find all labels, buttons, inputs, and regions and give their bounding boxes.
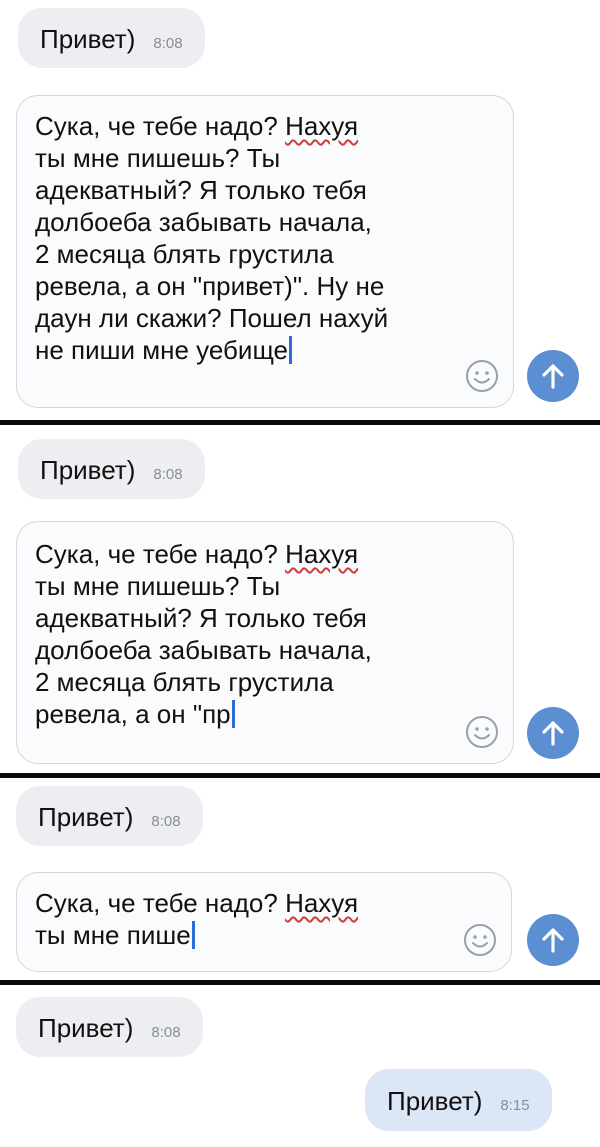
input-text: 2 месяца блять грустила: [35, 667, 334, 697]
input-text-line: Сука, че тебе надо? Нахуя: [35, 110, 443, 142]
smiley-icon[interactable]: [463, 923, 497, 957]
input-text: адекватный? Я только тебя: [35, 603, 367, 633]
message-composer[interactable]: Сука, че тебе надо? Нахуя ты мне пише: [16, 872, 512, 972]
send-button[interactable]: [527, 350, 579, 402]
input-text-line: адекватный? Я только тебя: [35, 174, 443, 206]
input-text: даун ли скажи? Пошел нахуй: [35, 303, 389, 333]
input-text: ревела, а он "привет)". Ну не: [35, 271, 385, 301]
screenshot-panel-4: Привет) 8:08 Привет) 8:15: [0, 985, 600, 1147]
input-text-line: не пиши мне уебище: [35, 334, 443, 366]
message-time: 8:08: [151, 813, 181, 830]
input-text-line: ты мне пишешь? Ты: [35, 570, 443, 602]
input-text-line: ревела, а он "привет)". Ну не: [35, 270, 443, 302]
message-composer[interactable]: Сука, че тебе надо? Нахуя ты мне пишешь? …: [16, 521, 514, 764]
input-text: ты мне пише: [35, 920, 191, 950]
input-text-line: долбоеба забывать начала,: [35, 634, 443, 666]
input-text: Сука, че тебе надо?: [35, 111, 286, 141]
misspelled-word: Нахуя: [285, 111, 359, 141]
input-text: 2 месяца блять грустила: [35, 239, 334, 269]
screenshot-panel-2: Привет) 8:08 Сука, че тебе надо? Нахуя ты…: [0, 425, 600, 773]
input-text-line: 2 месяца блять грустила: [35, 238, 443, 270]
message-time: 8:08: [153, 35, 183, 52]
screenshot-panel-1: Привет) 8:08 Сука, че тебе надо? Нахуя ты…: [0, 0, 600, 420]
input-text: Сука, че тебе надо?: [35, 888, 286, 918]
message-time: 8:15: [500, 1097, 530, 1114]
message-text: Привет): [40, 24, 136, 54]
send-button[interactable]: [527, 707, 579, 759]
arrow-up-icon: [542, 721, 564, 746]
input-text-line: долбоеба забывать начала,: [35, 206, 443, 238]
send-button[interactable]: [527, 914, 579, 966]
message-composer[interactable]: Сука, че тебе надо? Нахуя ты мне пишешь? …: [16, 95, 514, 408]
input-text-line: адекватный? Я только тебя: [35, 602, 443, 634]
input-text-line: ревела, а он "пр: [35, 698, 443, 730]
message-text: Привет): [38, 802, 134, 832]
input-text-line: даун ли скажи? Пошел нахуй: [35, 302, 443, 334]
message-input[interactable]: Сука, че тебе надо? Нахуя ты мне пише: [35, 887, 441, 951]
outgoing-message[interactable]: Привет) 8:15: [365, 1069, 552, 1131]
text-caret: [191, 921, 195, 949]
message-input[interactable]: Сука, че тебе надо? Нахуя ты мне пишешь? …: [35, 538, 443, 730]
input-text: ты мне пишешь? Ты: [35, 143, 281, 173]
input-text-line: ты мне пише: [35, 919, 441, 951]
input-text: долбоеба забывать начала,: [35, 207, 372, 237]
incoming-message[interactable]: Привет) 8:08: [18, 439, 205, 499]
input-text: долбоеба забывать начала,: [35, 635, 372, 665]
message-text: Привет): [387, 1086, 483, 1116]
message-time: 8:08: [151, 1024, 181, 1041]
input-text-line: ты мне пишешь? Ты: [35, 142, 443, 174]
input-text-line: Сука, че тебе надо? Нахуя: [35, 538, 443, 570]
arrow-up-icon: [542, 928, 564, 953]
message-text: Привет): [40, 455, 136, 485]
input-text-line: 2 месяца блять грустила: [35, 666, 443, 698]
input-text-line: Сука, че тебе надо? Нахуя: [35, 887, 441, 919]
arrow-up-icon: [542, 364, 564, 389]
incoming-message[interactable]: Привет) 8:08: [16, 997, 203, 1057]
incoming-message[interactable]: Привет) 8:08: [18, 8, 205, 68]
input-text: не пиши мне уебище: [35, 335, 289, 365]
incoming-message[interactable]: Привет) 8:08: [16, 786, 203, 846]
input-text: ты мне пишешь? Ты: [35, 571, 281, 601]
misspelled-word: Нахуя: [285, 539, 359, 569]
input-text: ревела, а он "пр: [35, 699, 231, 729]
message-text: Привет): [38, 1013, 134, 1043]
input-text: адекватный? Я только тебя: [35, 175, 367, 205]
smiley-icon[interactable]: [465, 359, 499, 393]
message-time: 8:08: [153, 466, 183, 483]
text-caret: [289, 336, 293, 364]
smiley-icon[interactable]: [465, 715, 499, 749]
misspelled-word: Нахуя: [285, 888, 359, 918]
message-input[interactable]: Сука, че тебе надо? Нахуя ты мне пишешь? …: [35, 110, 443, 366]
screenshot-panel-3: Привет) 8:08 Сука, че тебе надо? Нахуя ты…: [0, 778, 600, 980]
input-text: Сука, че тебе надо?: [35, 539, 286, 569]
text-caret: [231, 700, 235, 728]
